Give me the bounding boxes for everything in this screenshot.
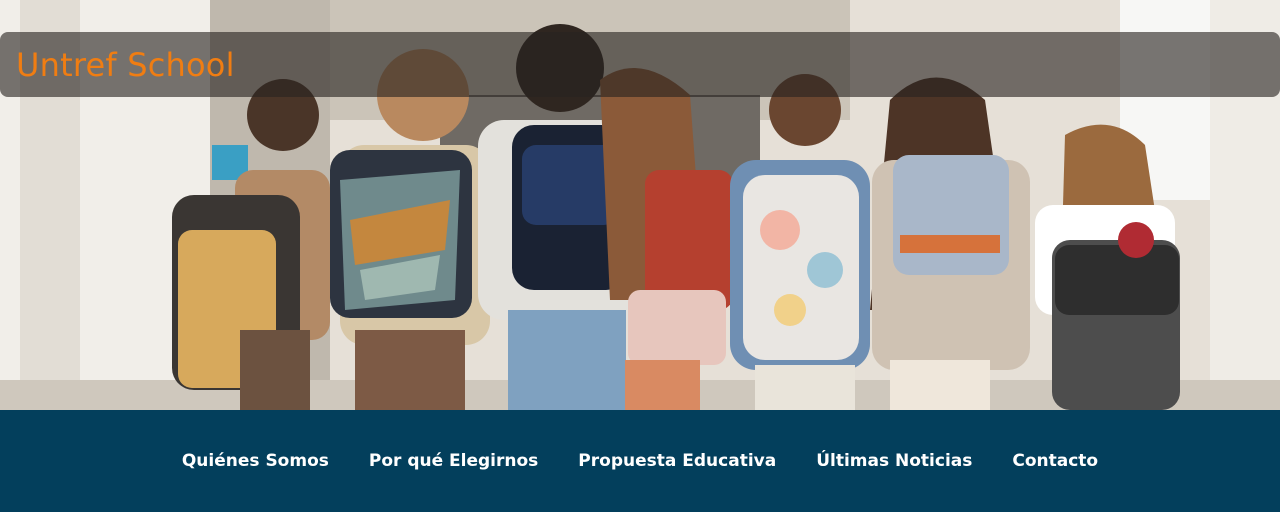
main-navigation: Quiénes Somos Por qué Elegirnos Propuest… <box>0 410 1280 512</box>
nav-item-ultimas-noticias[interactable]: Últimas Noticias <box>816 451 972 471</box>
nav-item-propuesta-educativa[interactable]: Propuesta Educativa <box>578 451 776 471</box>
nav-item-contacto[interactable]: Contacto <box>1012 451 1098 471</box>
nav-item-quienes-somos[interactable]: Quiénes Somos <box>182 451 329 471</box>
site-title[interactable]: Untref School <box>16 46 235 84</box>
brand-bar: Untref School <box>0 32 1280 97</box>
nav-item-por-que-elegirnos[interactable]: Por qué Elegirnos <box>369 451 538 471</box>
hero-banner: Untref School <box>0 0 1280 410</box>
